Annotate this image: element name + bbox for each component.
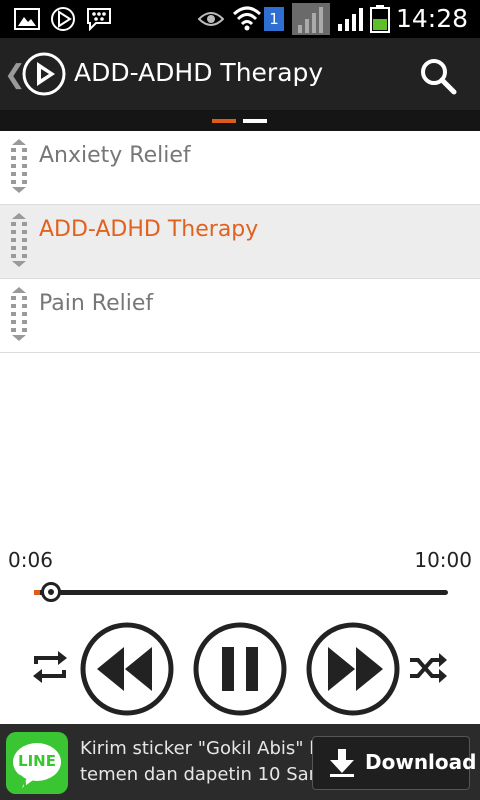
drag-handle-icon[interactable] [8, 287, 30, 341]
repeat-icon[interactable] [30, 650, 70, 684]
seek-track [34, 590, 448, 595]
download-label: Download [365, 750, 477, 774]
notification-badge: 1 [264, 7, 284, 31]
elapsed-time: 0:06 [8, 548, 53, 572]
line-logo-text: LINE [18, 752, 56, 770]
page-title: ADD-ADHD Therapy [74, 58, 324, 87]
bbm-icon [87, 8, 111, 31]
status-bar: 1 14:28 [0, 0, 480, 38]
rewind-button[interactable] [80, 622, 174, 716]
page-dot[interactable] [243, 119, 267, 123]
page-indicator [0, 110, 480, 131]
status-clock: 14:28 [395, 4, 468, 33]
app-logo-icon[interactable] [22, 52, 66, 96]
track-list: Anxiety Relief ADD-ADHD Therapy Pain Rel… [0, 131, 480, 353]
drag-handle-icon[interactable] [8, 213, 30, 267]
seek-bar[interactable] [34, 580, 448, 604]
action-bar: ❮ ADD-ADHD Therapy [0, 38, 480, 110]
drag-handle-icon[interactable] [8, 139, 30, 193]
eye-icon [198, 12, 224, 26]
track-label: ADD-ADHD Therapy [39, 217, 259, 242]
track-item[interactable]: Anxiety Relief [0, 131, 480, 205]
battery-icon [370, 5, 390, 33]
track-item[interactable]: Pain Relief [0, 279, 480, 353]
signal-strength-icon [338, 8, 363, 31]
info-icon[interactable] [6, 774, 26, 794]
total-duration: 10:00 [414, 548, 472, 572]
pause-button[interactable] [193, 622, 287, 716]
track-item-selected[interactable]: ADD-ADHD Therapy [0, 205, 480, 279]
download-arrow-icon [330, 749, 354, 777]
notification-count: 1 [269, 10, 279, 28]
download-button[interactable]: Download [312, 736, 476, 790]
ad-text: Kirim sticker "Gokil Abis" ke temen dan … [80, 736, 320, 788]
seek-thumb[interactable] [41, 582, 61, 602]
play-app-icon [51, 7, 75, 31]
track-label: Pain Relief [39, 291, 154, 316]
ad-text-line: Kirim sticker "Gokil Abis" ke [80, 738, 320, 759]
fast-forward-button[interactable] [306, 622, 400, 716]
shuffle-icon[interactable] [408, 652, 448, 684]
wifi-icon [232, 6, 262, 31]
signal-empty-icon [292, 3, 330, 35]
gallery-icon [14, 8, 40, 30]
ad-text-line: temen dan dapetin 10 Sam [80, 764, 320, 785]
page-dot-active[interactable] [212, 119, 236, 123]
track-label: Anxiety Relief [39, 143, 191, 168]
search-icon[interactable] [418, 56, 458, 96]
seek-progress [34, 590, 40, 595]
